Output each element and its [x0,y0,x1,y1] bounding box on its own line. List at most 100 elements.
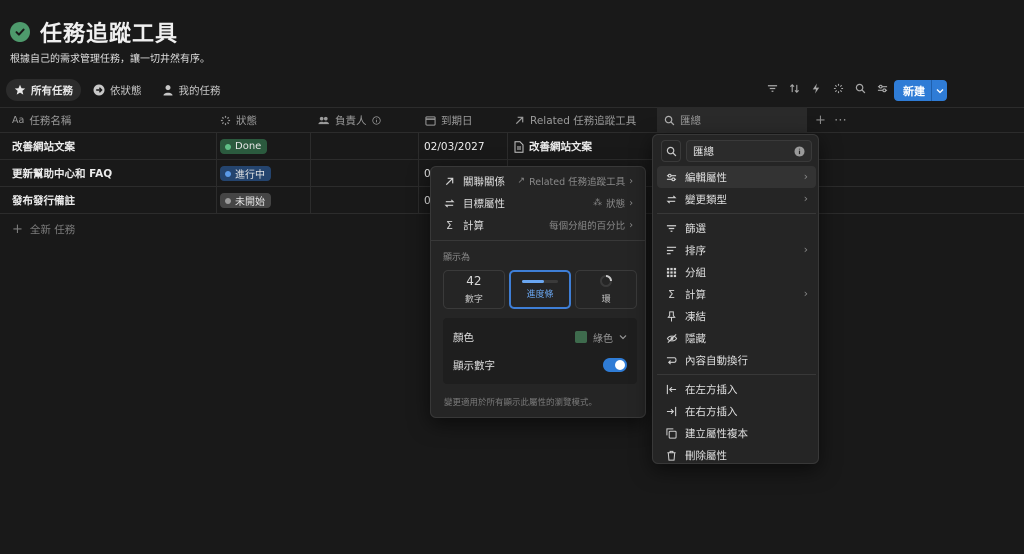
chevron-right-icon: › [629,197,633,209]
display-settings-box: 顏色 綠色 顯示數字 [443,318,637,384]
info-icon[interactable] [371,115,381,125]
table-row-name[interactable]: 發布發行備註 [12,187,75,214]
menu-item-insert-right[interactable]: 在右方插入 [657,400,816,422]
tab-label: 依狀態 [110,84,142,97]
option-label: 數字 [464,295,483,305]
column-header-label: 任務名稱 [29,114,72,127]
color-value: 綠色 [575,330,627,345]
status-cell[interactable]: 未開始 [220,187,271,214]
column-divider [216,133,217,214]
display-option-number[interactable]: 42 數字 [443,270,505,309]
column-header-related[interactable]: Related 任務追蹤工具 [514,108,636,132]
table-header-divider [0,132,1024,133]
lightning-icon[interactable] [809,81,823,95]
plus-icon: + [12,222,23,237]
filter-icon [665,222,678,235]
menu-item-edit-property[interactable]: 編輯屬性 › [657,166,816,188]
menu-item-sort[interactable]: 排序 › [657,239,816,261]
status-badge: Done [220,139,268,154]
relation-row[interactable]: 關聯關係 ↗ Related 任務追蹤工具 › [435,170,641,192]
calculate-value-text: 每個分組的百分比 [549,221,626,232]
target-property-row[interactable]: 目標屬性 ⁂ 狀態 › [435,192,641,214]
status-cell[interactable]: 進行中 [220,160,271,187]
grid-icon [665,266,678,279]
calculate-row[interactable]: Σ 計算 每個分組的百分比 › [435,214,641,236]
chevron-right-icon: › [629,175,633,187]
chevron-right-icon: › [629,219,633,231]
menu-item-label: 建立屬性複本 [685,427,748,440]
chevron-right-icon: › [803,193,808,205]
menu-item-change-type[interactable]: 變更類型 › [657,188,816,210]
target-property-value: ⁂ 狀態 › [593,196,633,211]
menu-item-label: 隱藏 [685,332,706,345]
swap-icon [665,193,678,206]
page-title: 任務追蹤工具 [40,22,179,47]
menu-item-label: 編輯屬性 [685,171,727,184]
display-option-ring[interactable]: 環 [575,270,637,309]
sigma-icon: Σ [446,218,453,232]
column-header-assignee[interactable]: 負責人 [317,108,381,132]
column-header-label: 狀態 [236,114,257,127]
chevron-down-icon[interactable] [931,80,947,101]
column-header-due[interactable]: 到期日 [425,108,473,132]
tab-by-status[interactable]: 依狀態 [85,79,150,101]
column-divider [310,133,311,214]
status-badge: 未開始 [220,193,271,208]
calendar-icon [425,115,436,126]
column-header-name[interactable]: Aa 任務名稱 [12,108,71,132]
table-row-name[interactable]: 更新幫助中心和 FAQ [12,160,112,187]
menu-item-hide[interactable]: 隱藏 [657,327,816,349]
divider [431,240,645,241]
property-menu-popover: 匯總 編輯屬性 › 變更類型 › 篩選 排序 › 分組 Σ 計算 › 凍結 隱藏… [652,134,819,464]
menu-item-freeze[interactable]: 凍結 [657,305,816,327]
display-option-bar[interactable]: 進度條 [508,270,572,309]
property-name-input[interactable]: 匯總 [686,140,812,162]
display-options: 42 數字 進度條 環 [443,270,637,309]
column-header-rollup[interactable]: 匯總 [664,108,701,132]
view-toolbar [765,81,889,95]
arrow-circle-icon [93,84,105,96]
tab-my-tasks[interactable]: 我的任務 [154,79,229,101]
tab-label: 我的任務 [178,84,221,97]
arrow-up-right-icon: ↗ [517,176,526,186]
color-row[interactable]: 顏色 綠色 [445,326,635,348]
status-cell[interactable]: Done [220,133,268,160]
menu-item-calculate[interactable]: Σ 計算 › [657,283,816,305]
property-name-editor: 匯總 [661,140,812,162]
add-task-label: 全新 任務 [29,224,76,236]
status-dot-icon [225,170,231,177]
menu-item-label: 分組 [685,266,706,279]
property-icon-picker[interactable] [661,140,681,162]
arrow-up-right-icon [514,115,525,126]
column-header-status[interactable]: 狀態 [220,108,257,132]
menu-item-delete[interactable]: 刪除屬性 [657,444,816,466]
related-cell[interactable]: 改善網站文案 [514,133,592,160]
settings-icon[interactable] [875,81,889,95]
tab-all-tasks[interactable]: 所有任務 [6,79,81,101]
menu-item-wrap[interactable]: 內容自動換行 [657,349,816,371]
add-column-icon[interactable]: + [815,108,826,132]
due-date-cell[interactable]: 02/03/2027 [424,133,485,160]
chevron-right-icon: › [803,244,808,256]
add-task-row[interactable]: + 全新 任務 [12,216,75,243]
duplicate-icon [665,427,678,440]
status-text: 未開始 [235,197,265,208]
filter-icon[interactable] [765,81,779,95]
menu-item-insert-left[interactable]: 在左方插入 [657,378,816,400]
info-icon[interactable] [794,145,805,157]
search-icon[interactable] [853,81,867,95]
sort-icon[interactable] [787,81,801,95]
status-loader-icon: ⁂ [593,198,603,208]
color-swatch [575,331,587,343]
menu-item-duplicate[interactable]: 建立屬性複本 [657,422,816,444]
menu-item-filter[interactable]: 篩選 [657,217,816,239]
color-label: 顏色 [453,331,474,344]
menu-item-group[interactable]: 分組 [657,261,816,283]
swap-icon [443,197,456,210]
table-row-name[interactable]: 改善網站文案 [12,133,75,160]
more-icon[interactable]: ⋯ [834,108,847,132]
new-button[interactable]: 新建 [894,80,947,101]
show-number-toggle[interactable] [603,358,627,372]
magic-icon[interactable] [831,81,845,95]
status-dot-icon [225,143,231,150]
